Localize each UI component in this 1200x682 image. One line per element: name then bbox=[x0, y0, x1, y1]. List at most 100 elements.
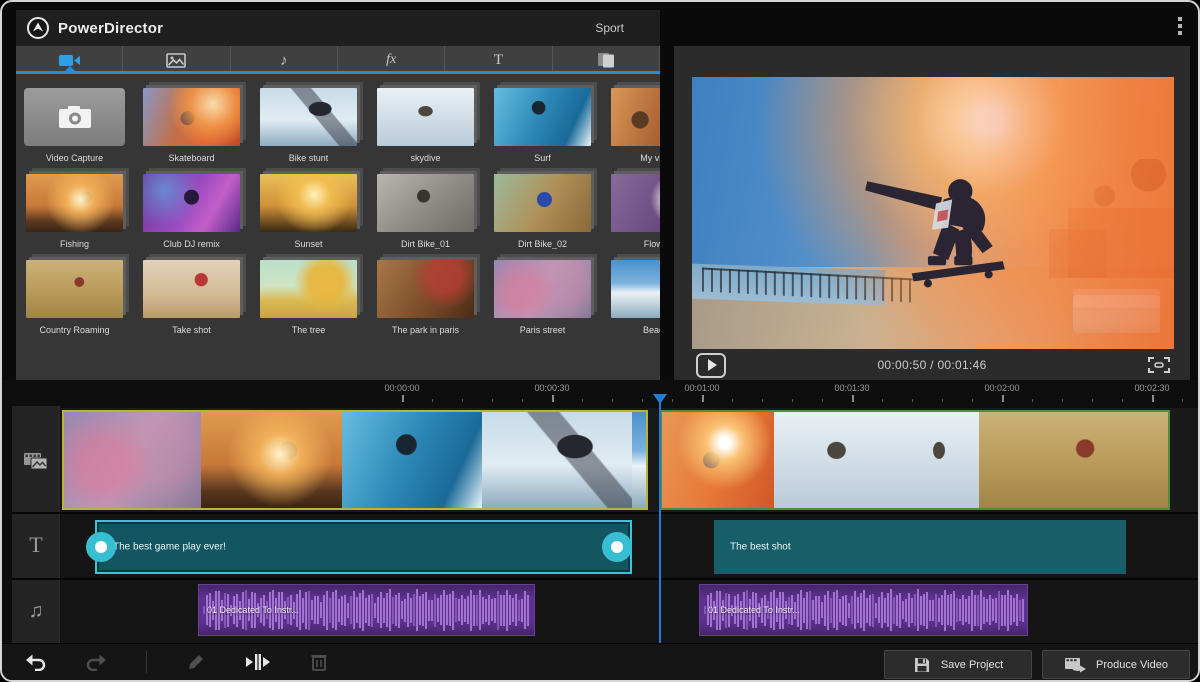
media-item: skydive bbox=[367, 88, 484, 174]
audio-track[interactable]: 01 Dedicated To Instr... 01 Dedicated To … bbox=[61, 580, 1200, 644]
ruler-tick bbox=[1062, 399, 1063, 402]
undo-button[interactable] bbox=[26, 653, 46, 671]
ruler-tick bbox=[522, 399, 523, 402]
project-title: Sport bbox=[595, 21, 624, 35]
title-text-icon: T bbox=[494, 52, 503, 69]
powerdirector-window: PowerDirector Sport ♪ fx T bbox=[0, 0, 1200, 682]
menu-kebab-icon[interactable] bbox=[1178, 17, 1184, 38]
ruler-tick bbox=[462, 399, 463, 402]
media-thumbnail-dirtbike2[interactable] bbox=[494, 174, 591, 232]
ruler-tick bbox=[942, 399, 943, 402]
media-thumbnail-dirtbike1[interactable] bbox=[377, 174, 474, 232]
media-thumbnail-takeshot[interactable] bbox=[143, 260, 240, 318]
media-label: Paris street bbox=[520, 325, 566, 335]
trim-handle-right[interactable] bbox=[602, 532, 632, 562]
media-label: Club DJ remix bbox=[163, 239, 220, 249]
ruler-tick bbox=[702, 395, 704, 402]
ruler-tick bbox=[1002, 395, 1004, 402]
preview-controls: 00:00:50 / 00:01:46 bbox=[674, 350, 1190, 380]
tab-music[interactable]: ♪ bbox=[231, 46, 338, 74]
media-thumbnail-bikestunt[interactable] bbox=[260, 88, 357, 146]
tab-transitions[interactable] bbox=[553, 46, 660, 74]
pencil-icon bbox=[187, 653, 205, 671]
media-thumbnail-fishing[interactable] bbox=[26, 174, 123, 232]
save-project-label: Save Project bbox=[941, 659, 1003, 671]
audio-clip-label: 01 Dedicated To Instr... bbox=[207, 605, 299, 615]
edit-button[interactable] bbox=[187, 653, 205, 671]
title-clip[interactable]: The best game play ever! bbox=[95, 520, 632, 574]
tab-effects[interactable]: fx bbox=[338, 46, 445, 74]
preview-video[interactable] bbox=[692, 77, 1174, 349]
trim-handle-left[interactable] bbox=[86, 532, 116, 562]
delete-button[interactable] bbox=[311, 653, 327, 671]
app-title: PowerDirector bbox=[58, 20, 163, 37]
app-logo-icon[interactable] bbox=[26, 16, 50, 40]
video-clip[interactable] bbox=[660, 410, 1170, 510]
video-track[interactable] bbox=[61, 408, 1200, 512]
media-thumbnail-beach[interactable] bbox=[611, 260, 660, 318]
tab-titles[interactable]: T bbox=[445, 46, 552, 74]
media-thumbnail-clubdj[interactable] bbox=[143, 174, 240, 232]
media-item: Skateboard bbox=[133, 88, 250, 174]
media-thumbnail-flowers[interactable] bbox=[611, 174, 660, 232]
video-capture-item: Video Capture bbox=[16, 88, 133, 174]
audio-track-icon: ♫ bbox=[12, 580, 60, 642]
preview-panel: 00:00:50 / 00:01:46 bbox=[674, 46, 1190, 380]
split-button[interactable] bbox=[245, 653, 271, 671]
title-clip[interactable]: The best shot bbox=[714, 520, 1126, 574]
media-item: Surf bbox=[484, 88, 601, 174]
media-thumbnail-tree[interactable] bbox=[260, 260, 357, 318]
video-clip[interactable] bbox=[62, 410, 648, 510]
timeline-ruler[interactable]: 00:00:0000:00:3000:01:0000:01:3000:02:00… bbox=[2, 380, 1200, 406]
audio-clip-label: 01 Dedicated To Instr... bbox=[708, 605, 800, 615]
playhead-line[interactable] bbox=[659, 394, 661, 647]
fullscreen-icon bbox=[1148, 356, 1170, 374]
ruler-timecode: 00:01:30 bbox=[817, 383, 887, 393]
media-thumbnail-sunset[interactable] bbox=[260, 174, 357, 232]
ruler-tick bbox=[792, 399, 793, 402]
video-capture-button[interactable] bbox=[24, 88, 125, 146]
produce-video-label: Produce Video bbox=[1096, 659, 1168, 671]
media-thumbnail-surf[interactable] bbox=[494, 88, 591, 146]
media-label: The tree bbox=[292, 325, 326, 335]
media-item: Paris street bbox=[484, 260, 601, 346]
tab-photos[interactable] bbox=[123, 46, 230, 74]
media-thumbnail-skateboard[interactable] bbox=[143, 88, 240, 146]
media-item: The park in paris bbox=[367, 260, 484, 346]
save-project-button[interactable]: Save Project bbox=[884, 650, 1032, 679]
redo-button[interactable] bbox=[86, 653, 106, 671]
title-clip-label: The best game play ever! bbox=[113, 542, 226, 553]
track-divider bbox=[12, 578, 1200, 580]
media-label: Take shot bbox=[172, 325, 211, 335]
ruler-tick bbox=[732, 399, 733, 402]
media-item: Club DJ remix bbox=[133, 174, 250, 260]
media-item: The tree bbox=[250, 260, 367, 346]
trash-icon bbox=[311, 653, 327, 671]
clip-frame-skatesunset bbox=[662, 412, 774, 508]
clip-frame-parisstreet bbox=[64, 412, 201, 508]
ruler-timecode: 00:02:00 bbox=[967, 383, 1037, 393]
media-thumbnail-parkparis[interactable] bbox=[377, 260, 474, 318]
ruler-timecode: 00:00:00 bbox=[367, 383, 437, 393]
transitions-icon bbox=[596, 52, 616, 68]
clip-frame-surf bbox=[342, 412, 482, 508]
clip-frame-fishing bbox=[201, 412, 342, 508]
audio-clip[interactable]: 01 Dedicated To Instr... bbox=[198, 584, 535, 636]
media-thumbnail-myvideo[interactable] bbox=[611, 88, 660, 146]
media-item: Beach... bbox=[601, 260, 660, 346]
save-icon bbox=[913, 656, 931, 674]
media-label: Beach... bbox=[643, 325, 660, 335]
produce-video-button[interactable]: Produce Video bbox=[1042, 650, 1190, 679]
media-label: Sunset bbox=[294, 239, 322, 249]
media-thumbnail-skydive[interactable] bbox=[377, 88, 474, 146]
media-thumbnail-country[interactable] bbox=[26, 260, 123, 318]
toolbar-divider bbox=[146, 651, 147, 673]
text-track[interactable]: The best game play ever! The best shot bbox=[61, 514, 1200, 580]
fullscreen-button[interactable] bbox=[1148, 356, 1170, 374]
audio-clip[interactable]: 01 Dedicated To Instr... bbox=[699, 584, 1028, 636]
ruler-tick bbox=[882, 399, 883, 402]
clip-frame-skydive bbox=[899, 412, 979, 508]
media-thumbnail-parisstreet[interactable] bbox=[494, 260, 591, 318]
ruler-tick bbox=[912, 399, 913, 402]
ruler-tick bbox=[762, 399, 763, 402]
